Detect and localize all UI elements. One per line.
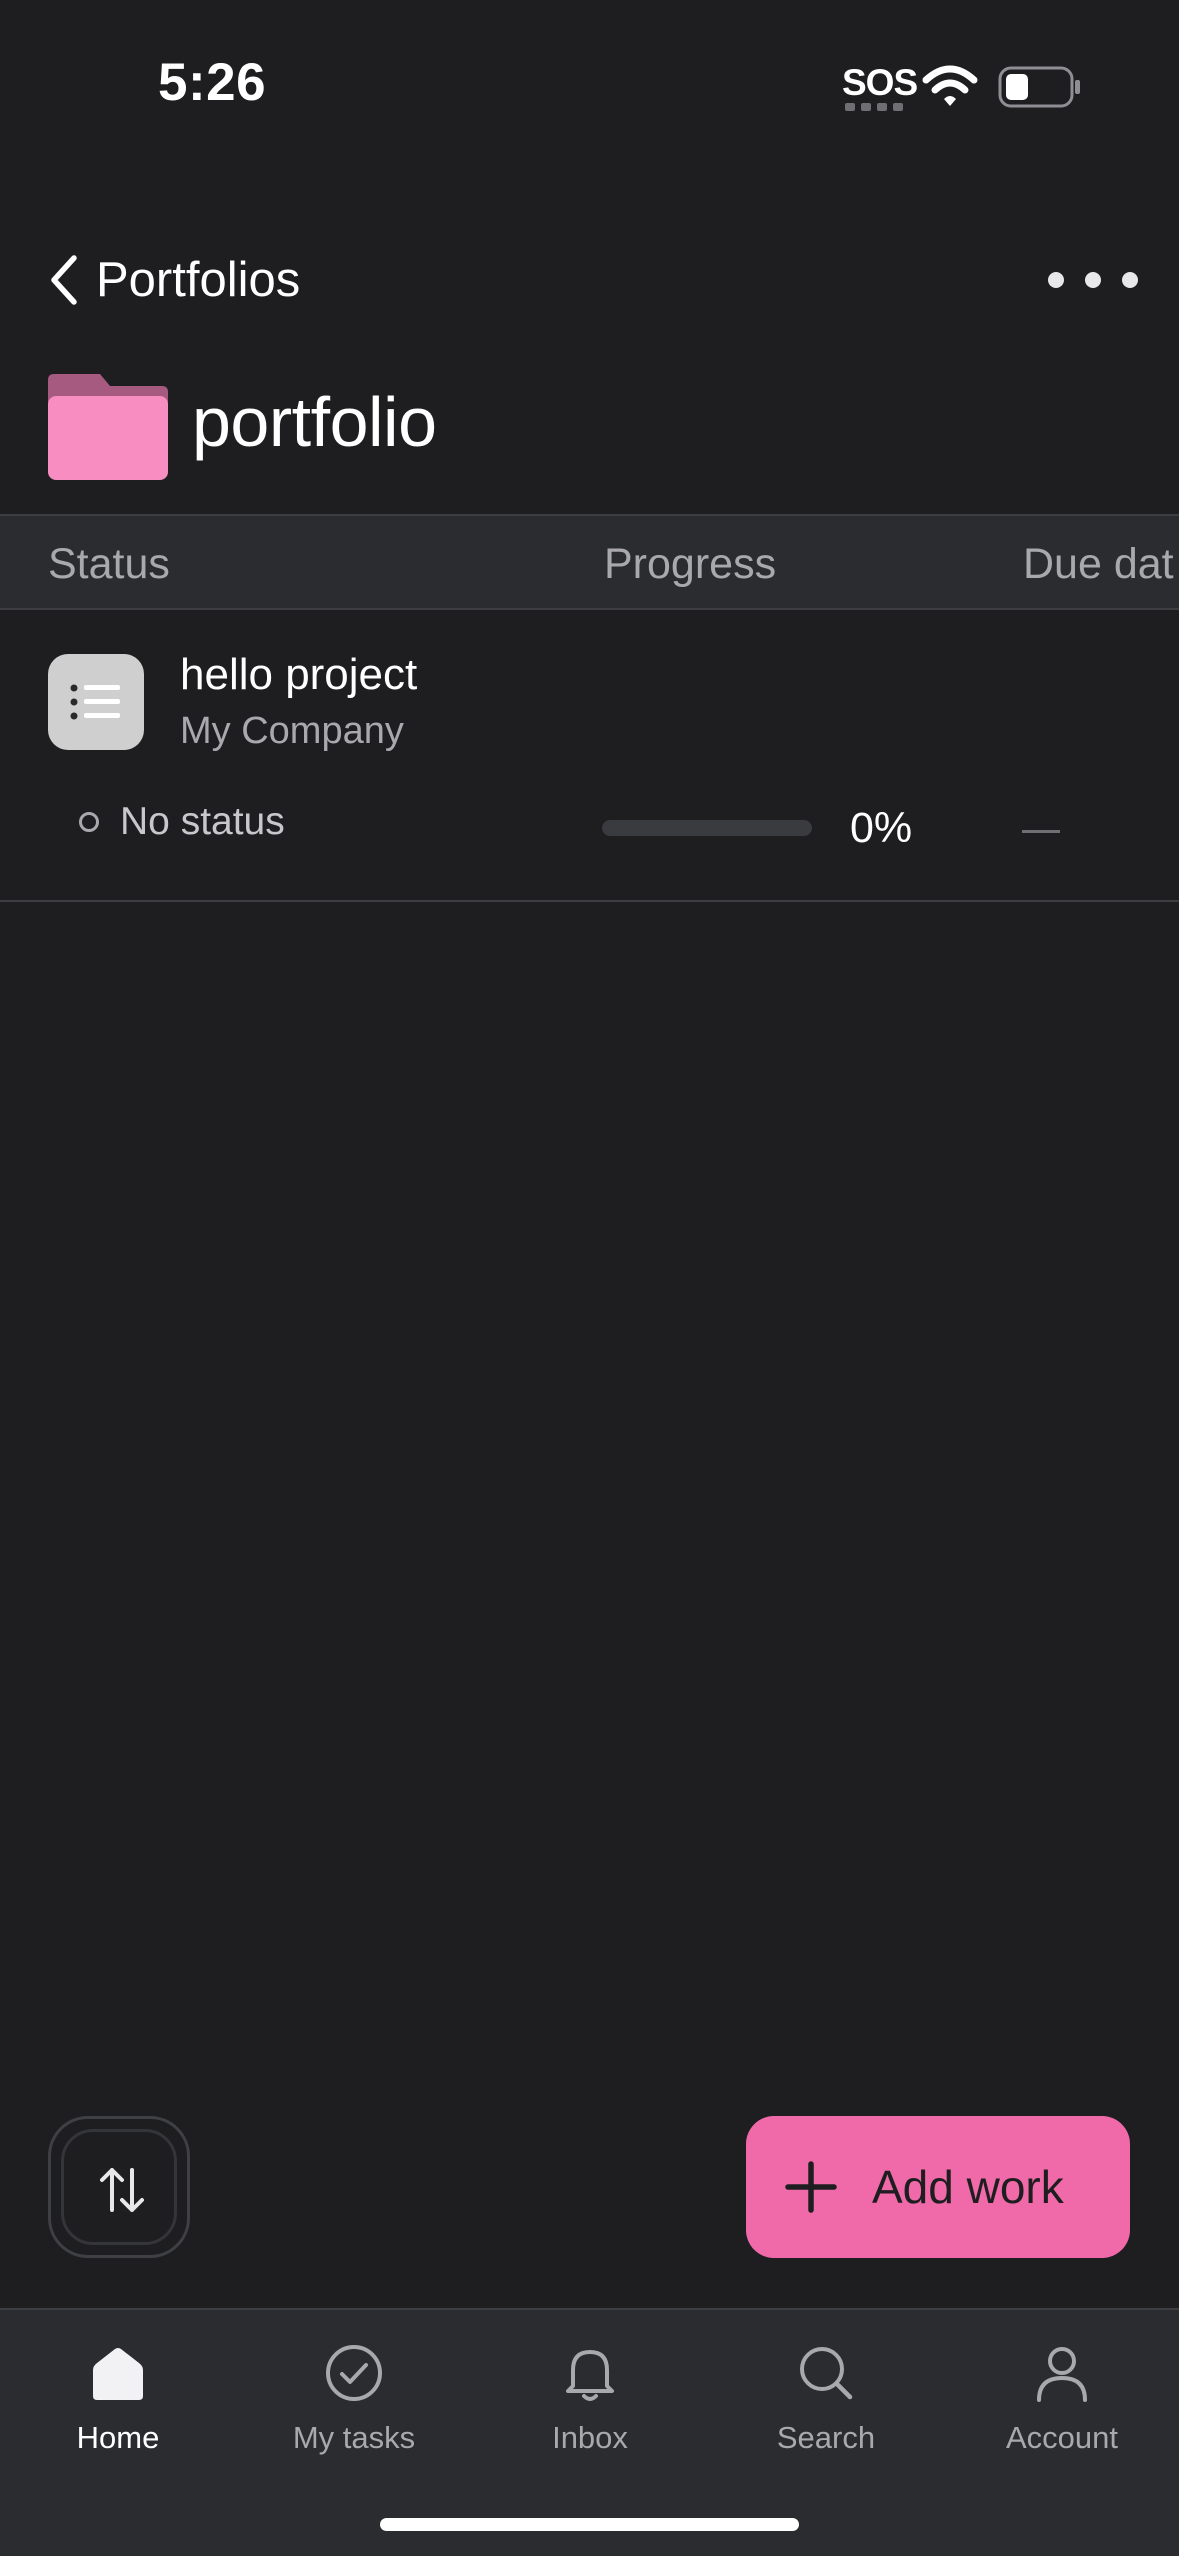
sort-button[interactable] xyxy=(48,2116,190,2258)
progress-bar xyxy=(602,820,812,836)
more-options-icon[interactable] xyxy=(1048,255,1138,305)
column-status[interactable]: Status xyxy=(48,540,170,589)
column-due-date[interactable]: Due dat xyxy=(1023,540,1174,589)
back-label: Portfolios xyxy=(96,253,301,307)
status-circle-icon xyxy=(79,812,99,832)
add-work-label: Add work xyxy=(872,2161,1064,2213)
tab-home[interactable]: Home xyxy=(0,2330,236,2470)
project-row[interactable]: hello project My Company No status 0% xyxy=(0,612,1179,902)
search-icon xyxy=(800,2347,853,2400)
battery-icon xyxy=(998,66,1080,108)
tab-my-tasks-label: My tasks xyxy=(292,2420,416,2455)
tab-search-label: Search xyxy=(776,2420,876,2455)
project-status[interactable]: No status xyxy=(120,800,285,844)
person-icon xyxy=(1037,2347,1087,2402)
project-list-icon xyxy=(48,654,144,750)
tab-inbox[interactable]: Inbox xyxy=(472,2330,708,2470)
column-header: Status Progress Due dat xyxy=(0,514,1179,610)
project-team: My Company xyxy=(180,710,404,752)
sos-label: SOS xyxy=(842,62,918,103)
folder-icon xyxy=(48,374,168,480)
tab-account-label: Account xyxy=(1005,2420,1118,2455)
check-circle-icon xyxy=(326,2345,382,2401)
tab-inbox-label: Inbox xyxy=(552,2420,628,2455)
wifi-icon xyxy=(922,65,978,106)
page-title: portfolio xyxy=(192,383,437,461)
due-date-empty xyxy=(1022,830,1060,833)
tab-my-tasks[interactable]: My tasks xyxy=(236,2330,472,2470)
tab-account[interactable]: Account xyxy=(944,2330,1179,2470)
project-name: hello project xyxy=(180,650,418,699)
bell-icon xyxy=(566,2350,614,2401)
column-progress[interactable]: Progress xyxy=(604,540,776,589)
chevron-left-icon xyxy=(51,255,77,305)
tab-search[interactable]: Search xyxy=(708,2330,944,2470)
signal-dots-icon xyxy=(845,103,903,111)
home-indicator xyxy=(380,2518,799,2531)
plus-icon xyxy=(785,2161,837,2213)
status-time: 5:26 xyxy=(158,53,267,112)
add-work-button[interactable]: Add work xyxy=(746,2116,1130,2258)
tab-home-label: Home xyxy=(76,2420,160,2455)
sort-arrows-icon xyxy=(100,2168,144,2212)
home-icon xyxy=(93,2348,143,2400)
progress-percent: 0% xyxy=(850,804,913,852)
back-button[interactable]: Portfolios xyxy=(48,240,300,320)
